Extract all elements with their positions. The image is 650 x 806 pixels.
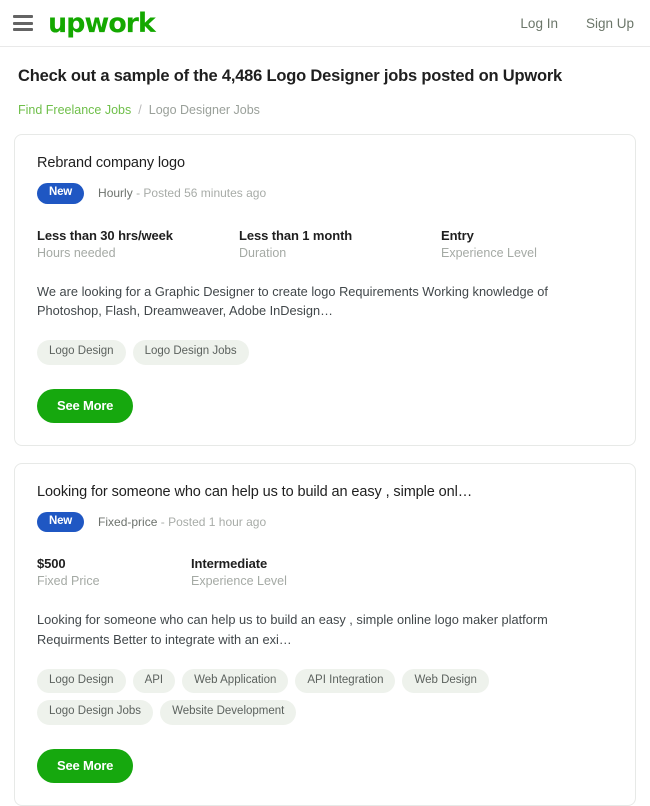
job-tag[interactable]: Web Application bbox=[182, 668, 289, 694]
job-stat-value: Entry bbox=[441, 227, 474, 243]
status-badge: New bbox=[37, 183, 85, 204]
job-tag[interactable]: API bbox=[132, 668, 176, 694]
job-stat-value: Less than 1 month bbox=[239, 227, 353, 243]
job-tag[interactable]: Logo Design Jobs bbox=[132, 340, 249, 365]
job-stat: Intermediate Experience Level bbox=[191, 556, 287, 588]
job-meta-row: New Fixed-price - Posted 1 hour ago bbox=[37, 511, 613, 533]
top-navigation-bar: upwork Log In Sign Up bbox=[0, 0, 650, 47]
job-posted-time: - Posted 56 minutes ago bbox=[136, 186, 267, 201]
job-stat-label: Hours needed bbox=[37, 245, 116, 260]
hamburger-bar bbox=[13, 21, 33, 25]
job-tag-list: Logo Design Logo Design Jobs bbox=[37, 340, 577, 365]
upwork-logo[interactable]: upwork bbox=[48, 10, 156, 37]
job-tag[interactable]: Website Development bbox=[160, 700, 297, 725]
job-stats: Less than 30 hrs/week Hours needed Less … bbox=[37, 228, 613, 260]
job-stat-value: $500 bbox=[37, 556, 66, 572]
job-meta-text: Hourly - Posted 56 minutes ago bbox=[98, 186, 266, 200]
job-card[interactable]: Looking for someone who can help us to b… bbox=[14, 462, 636, 806]
job-payment-type: Fixed-price bbox=[98, 514, 158, 529]
job-title[interactable]: Rebrand company logo bbox=[37, 155, 613, 171]
page-title: Check out a sample of the 4,486 Logo Des… bbox=[18, 67, 563, 85]
see-more-button[interactable]: See More bbox=[37, 388, 134, 423]
job-tag[interactable]: Logo Design bbox=[37, 340, 126, 365]
job-stat: Less than 1 month Duration bbox=[239, 228, 441, 260]
job-tag-list: Logo Design API Web Application API Inte… bbox=[37, 668, 577, 725]
job-meta-row: New Hourly - Posted 56 minutes ago bbox=[37, 183, 613, 204]
see-more-button[interactable]: See More bbox=[37, 748, 134, 783]
login-link[interactable]: Log In bbox=[520, 16, 558, 31]
job-stat-label: Duration bbox=[239, 245, 287, 260]
job-meta-text: Fixed-price - Posted 1 hour ago bbox=[98, 515, 266, 529]
status-badge: New bbox=[37, 511, 85, 533]
job-tag[interactable]: Logo Design bbox=[37, 668, 126, 694]
job-stats: $500 Fixed Price Intermediate Experience… bbox=[37, 556, 613, 588]
job-description: Looking for someone who can help us to b… bbox=[37, 612, 548, 647]
job-posted-time: - Posted 1 hour ago bbox=[160, 514, 267, 529]
job-tag[interactable]: Logo Design Jobs bbox=[37, 700, 154, 725]
job-stat-value: Intermediate bbox=[191, 556, 268, 572]
job-stat-value: Less than 30 hrs/week bbox=[37, 227, 173, 243]
job-tag[interactable]: API Integration bbox=[295, 668, 396, 694]
job-stat: Entry Experience Level bbox=[441, 228, 537, 260]
job-stat-label: Experience Level bbox=[191, 574, 287, 589]
job-stat: Less than 30 hrs/week Hours needed bbox=[37, 228, 239, 260]
job-stat: $500 Fixed Price bbox=[37, 556, 191, 588]
page-content: Check out a sample of the 4,486 Logo Des… bbox=[0, 67, 650, 806]
job-stat-label: Experience Level bbox=[441, 245, 537, 260]
breadcrumb-parent-link[interactable]: Find Freelance Jobs bbox=[18, 103, 131, 117]
breadcrumb: Find Freelance Jobs / Logo Designer Jobs bbox=[18, 103, 636, 117]
breadcrumb-separator: / bbox=[138, 103, 142, 117]
hamburger-menu-icon[interactable] bbox=[13, 15, 33, 31]
job-title[interactable]: Looking for someone who can help us to b… bbox=[37, 484, 613, 500]
job-stat-label: Fixed Price bbox=[37, 574, 100, 589]
job-card[interactable]: Rebrand company logo New Hourly - Posted… bbox=[14, 134, 636, 446]
job-tag[interactable]: Web Design bbox=[402, 668, 489, 694]
hamburger-bar bbox=[13, 28, 33, 31]
signup-link[interactable]: Sign Up bbox=[586, 16, 634, 31]
job-description: We are looking for a Graphic Designer to… bbox=[37, 283, 548, 319]
hamburger-bar bbox=[13, 15, 33, 18]
job-payment-type: Hourly bbox=[98, 186, 133, 201]
breadcrumb-current: Logo Designer Jobs bbox=[148, 103, 260, 117]
